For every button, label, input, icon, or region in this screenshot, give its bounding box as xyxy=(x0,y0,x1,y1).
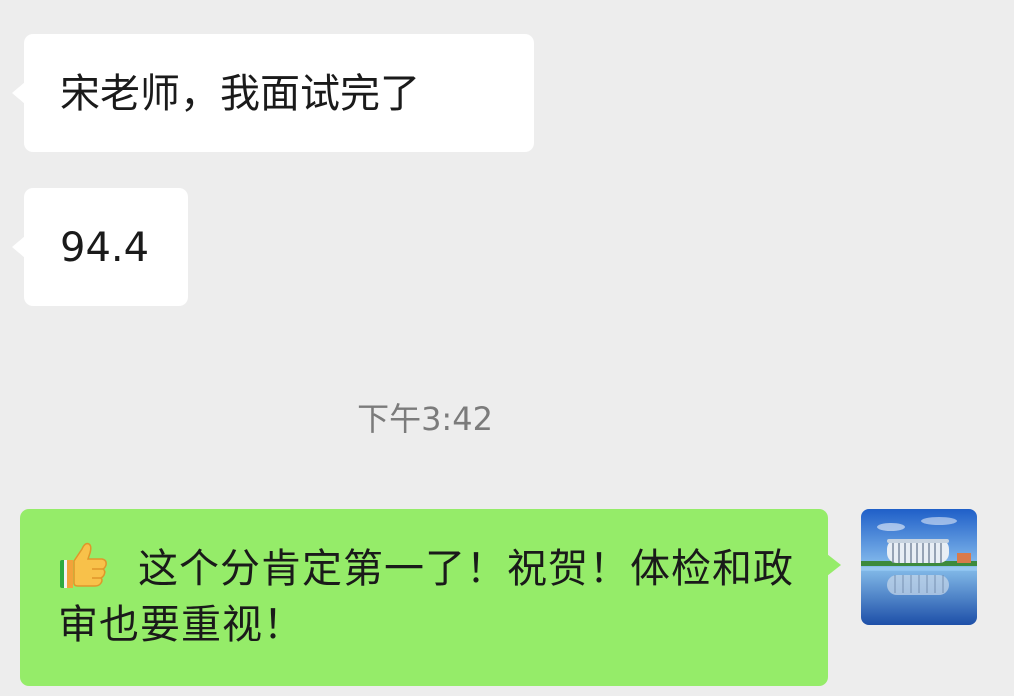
incoming-message-bubble[interactable]: 94.4 xyxy=(12,188,188,306)
message-timestamp: 下午3:42 xyxy=(357,400,493,438)
thumbs-up-icon xyxy=(60,542,107,588)
message-text: 这个分肯定第一了！祝贺！体检和政审也要重视！ xyxy=(58,546,794,648)
outgoing-message-bubble[interactable]: 这个分肯定第一了！祝贺！体检和政审也要重视！ xyxy=(20,509,841,686)
message-text: 宋老师，我面试完了 xyxy=(60,71,420,117)
avatar-image xyxy=(861,509,977,625)
avatar[interactable] xyxy=(861,509,977,625)
chat-area[interactable]: 宋老师，我面试完了 94.4 下午3:42 这个分肯定第一了！祝贺！体检和政审也… xyxy=(0,0,1014,696)
message-text: 94.4 xyxy=(60,225,150,271)
incoming-message-bubble[interactable]: 宋老师，我面试完了 xyxy=(12,34,534,152)
